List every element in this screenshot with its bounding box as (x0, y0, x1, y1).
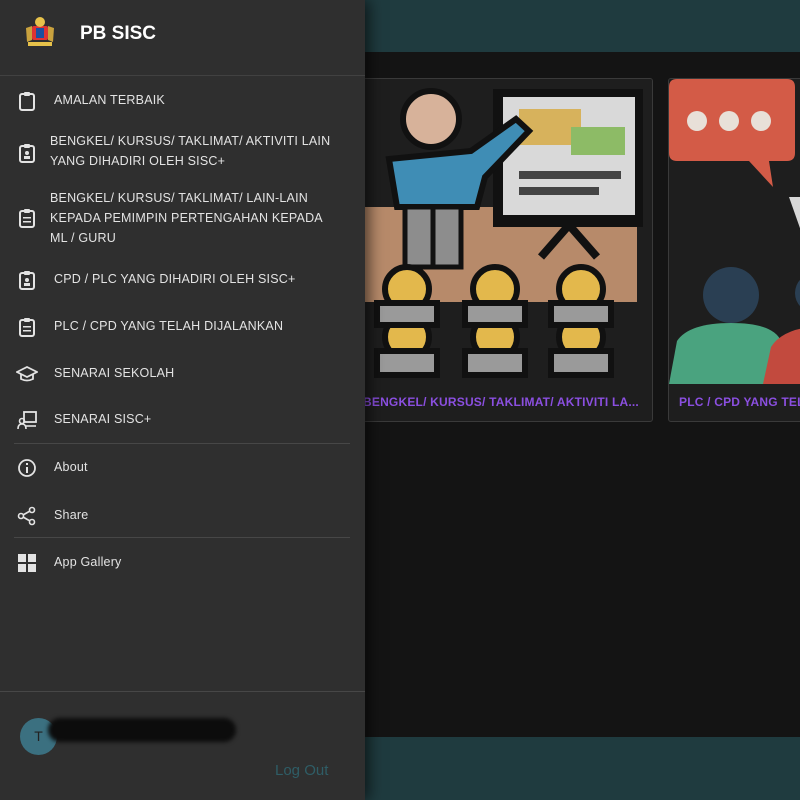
clipboard-person-icon (16, 269, 38, 291)
drawer-header: PB SISC (0, 0, 365, 76)
drawer-footer: T Log Out (0, 691, 365, 800)
menu-item-label: App Gallery (54, 555, 122, 569)
user-name-redacted (48, 718, 236, 742)
graduation-cap-icon (16, 363, 38, 385)
crest-logo (22, 14, 58, 50)
menu-divider (14, 537, 350, 538)
menu-item-bengkel-dihadiri[interactable]: BENGKEL/ KURSUS/ TAKLIMAT/ AKTIVITI LAIN… (0, 128, 365, 174)
card-title: PLC / CPD YANG TEL (679, 395, 800, 409)
menu-item-label: PLC / CPD YANG TELAH DIJALANKAN (54, 319, 284, 333)
menu-item-bengkel-pemimpin[interactable]: BENGKEL/ KURSUS/ TAKLIMAT/ LAIN-LAIN KEP… (0, 186, 365, 248)
menu-item-senarai-sekolah[interactable]: SENARAI SEKOLAH (0, 358, 365, 390)
grid-icon (16, 552, 38, 574)
info-icon (16, 457, 38, 479)
share-icon (16, 505, 38, 527)
menu-item-app-gallery[interactable]: App Gallery (0, 547, 365, 579)
app-title: PB SISC (80, 23, 157, 44)
menu-item-label: CPD / PLC YANG DIHADIRI OLEH SISC+ (54, 272, 296, 286)
discussion-illustration (669, 79, 800, 384)
menu-item-label: SENARAI SEKOLAH (54, 366, 175, 380)
menu-item-label: AMALAN TERBAIK (54, 93, 165, 107)
clipboard-list-icon (16, 207, 38, 229)
person-board-icon (16, 409, 38, 431)
menu-item-label: SENARAI SISC+ (54, 412, 152, 426)
logout-button[interactable]: Log Out (275, 762, 328, 779)
clipboard-list-icon (16, 316, 38, 338)
content-card[interactable]: PLC / CPD YANG TEL (668, 78, 800, 422)
clipboard-icon (16, 90, 38, 112)
card-title: BENGKEL/ KURSUS/ TAKLIMAT/ AKTIVITI LA..… (363, 395, 639, 409)
menu-item-cpd-plc-dihadiri[interactable]: CPD / PLC YANG DIHADIRI OLEH SISC+ (0, 264, 365, 296)
menu-item-share[interactable]: Share (0, 500, 365, 532)
menu-item-amalan-terbaik[interactable]: AMALAN TERBAIK (0, 84, 365, 116)
menu-item-label: BENGKEL/ KURSUS/ TAKLIMAT/ LAIN-LAIN KEP… (50, 191, 323, 245)
menu-item-senarai-sisc[interactable]: SENARAI SISC+ (0, 404, 365, 436)
menu-item-about[interactable]: About (0, 452, 365, 484)
navigation-drawer: PB SISC AMALAN TERBAIK BENGKEL/ KURSUS/ … (0, 0, 365, 800)
clipboard-person-icon (16, 142, 38, 164)
menu-item-label: BENGKEL/ KURSUS/ TAKLIMAT/ AKTIVITI LAIN… (50, 134, 331, 168)
menu-item-label: About (54, 460, 88, 474)
menu-divider (14, 443, 350, 444)
menu-item-label: Share (54, 508, 89, 522)
menu-item-plc-cpd-dijalankan[interactable]: PLC / CPD YANG TELAH DIJALANKAN (0, 311, 365, 343)
